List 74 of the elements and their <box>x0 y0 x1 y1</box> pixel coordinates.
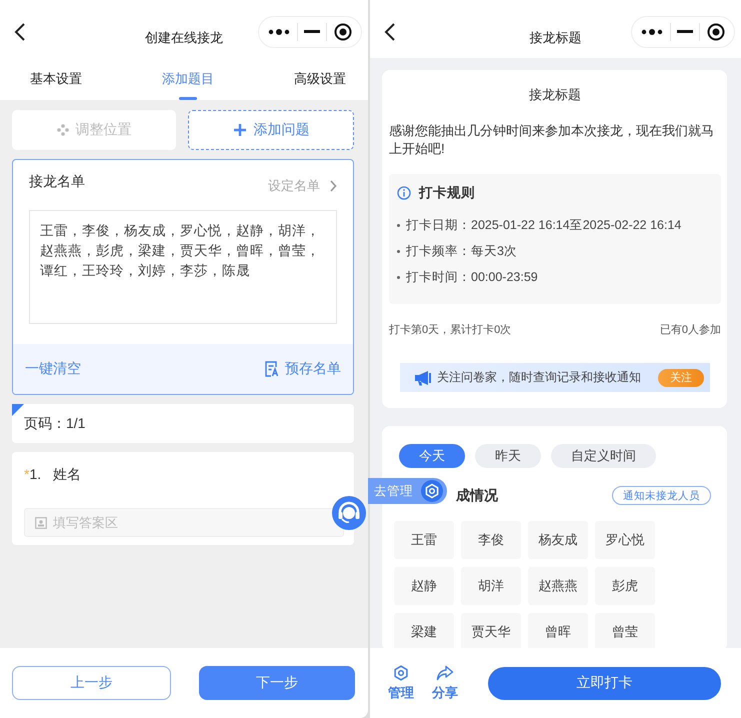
follow-text: 关注问卷家，随时查询记录和接收通知 <box>437 369 641 386</box>
required-mark: * <box>24 466 30 482</box>
plus-icon <box>232 123 246 137</box>
roster-title: 接龙名单 <box>29 173 85 191</box>
share-icon <box>436 664 454 680</box>
tab[interactable]: 高级设置 <box>294 58 346 100</box>
participant-count: 已有0人参加 <box>660 323 721 337</box>
section-title: 成情况 <box>456 486 498 504</box>
rules-title: 打卡规则 <box>419 184 475 202</box>
member-chip: 胡洋 <box>461 567 521 605</box>
date-tab[interactable]: 昨天 <box>475 444 541 468</box>
bullet-icon <box>397 250 400 252</box>
back-icon[interactable] <box>14 22 26 42</box>
member-chip: 梁建 <box>394 613 454 648</box>
rule-text: 打卡时间：00:00-23:59 <box>406 268 538 286</box>
question-number: 1. <box>29 466 42 482</box>
close-icon[interactable] <box>706 23 725 41</box>
notify-button[interactable]: 通知未接龙人员 <box>612 486 711 505</box>
member-chip: 赵静 <box>394 567 454 605</box>
answer-field[interactable]: 填写答案区 <box>24 508 344 537</box>
member-chip: 王雷 <box>394 521 454 559</box>
tab[interactable]: 基本设置 <box>30 58 82 100</box>
move-icon <box>56 124 68 136</box>
member-chip: 罗心悦 <box>595 521 655 559</box>
intro-text: 感谢您能抽出几分钟时间来参加本次接龙，现在我们就马上开始吧! <box>389 122 715 158</box>
headset-icon[interactable] <box>332 496 366 530</box>
chevron-icon <box>329 180 337 192</box>
follow-button[interactable]: 关注 <box>658 368 704 386</box>
member-chip: 曾莹 <box>595 613 655 648</box>
next-button[interactable]: 下一步 <box>198 666 355 700</box>
bullet-icon <box>397 276 400 278</box>
share-button[interactable]: 分享 <box>432 664 458 702</box>
save-roster-link[interactable]: 预存名单 <box>264 360 341 378</box>
member-chip: 赵燕燕 <box>528 567 588 605</box>
roster-textarea[interactable]: 王雷，李俊，杨友成，罗心悦，赵静，胡洋，赵燕燕，彭虎，梁建，贾天华，曾晖，曾莹，谭红，王玲玲，刘婷，李莎，陈晟 <box>29 210 337 324</box>
member-chip: 贾天华 <box>461 613 521 648</box>
rule-text: 打卡频率：每天3次 <box>406 242 517 260</box>
minimize-icon[interactable] <box>304 30 320 34</box>
add-question-button[interactable]: 添加问题 <box>188 110 354 150</box>
more-icon[interactable] <box>641 28 664 36</box>
date-tab[interactable]: 自定义时间 <box>551 444 656 468</box>
minimize-icon[interactable] <box>676 30 693 34</box>
previous-button[interactable]: 上一步 <box>12 666 170 700</box>
id-card-icon <box>35 516 47 528</box>
date-tab[interactable]: 今天 <box>399 444 465 468</box>
capsule-menu[interactable] <box>631 16 735 48</box>
member-chip: 曾晖 <box>528 613 588 648</box>
gear-icon <box>393 664 409 680</box>
tab[interactable]: 添加题目 <box>162 58 214 100</box>
rule-text: 打卡日期：2025-01-22 16:14至2025-02-22 16:14 <box>406 216 682 234</box>
gear-icon <box>421 480 443 502</box>
more-icon[interactable] <box>268 28 290 36</box>
check-in-button[interactable]: 立即打卡 <box>488 666 721 700</box>
page-number: 页码：1/1 <box>24 414 86 432</box>
clear-all-link[interactable]: 一键清空 <box>25 360 81 378</box>
member-chip: 李俊 <box>461 521 521 559</box>
checkin-stats: 打卡第0天，累计打卡0次 <box>389 323 512 337</box>
member-chip: 彭虎 <box>595 567 655 605</box>
document-icon <box>264 360 280 378</box>
megaphone-icon <box>414 370 432 386</box>
page-title: 创建在线接龙 <box>145 29 223 47</box>
set-roster-link[interactable]: 设定名单 <box>268 177 337 195</box>
page-title: 接龙标题 <box>530 29 582 47</box>
back-icon[interactable] <box>384 22 396 42</box>
info-icon <box>397 186 411 200</box>
close-icon[interactable] <box>334 23 352 41</box>
manage-button[interactable]: 管理 <box>388 664 414 702</box>
bullet-icon <box>397 224 400 226</box>
corner-mark <box>12 404 24 416</box>
member-chip: 杨友成 <box>528 521 588 559</box>
capsule-menu[interactable] <box>258 16 362 48</box>
question-title: 姓名 <box>53 466 82 484</box>
manage-badge[interactable]: 去管理 <box>368 478 447 504</box>
event-title: 接龙标题 <box>528 86 582 104</box>
